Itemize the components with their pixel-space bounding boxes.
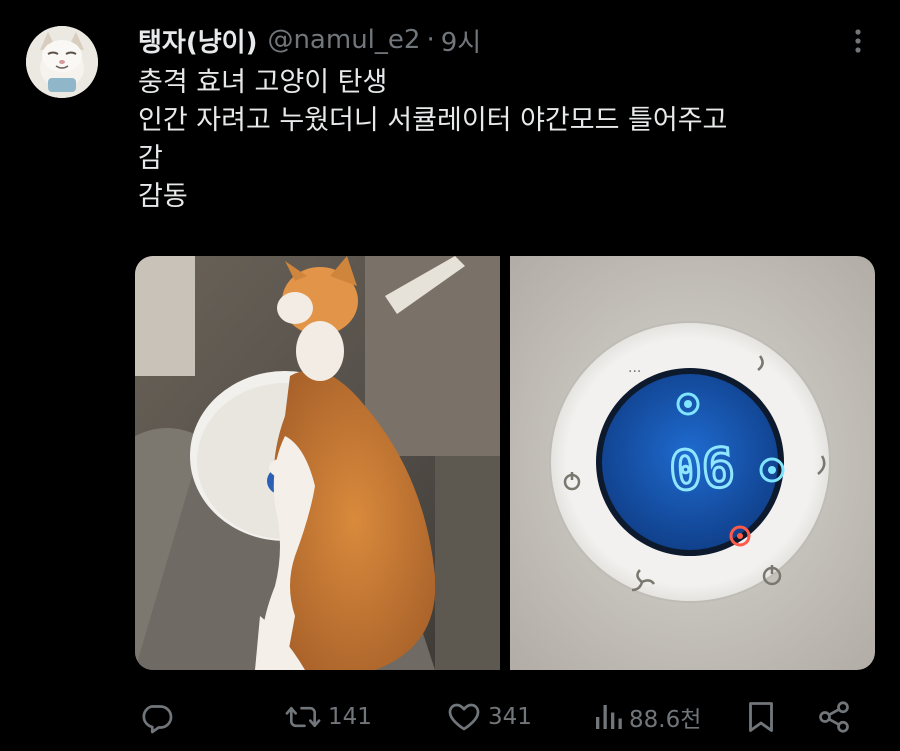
tweet-text-line: 충격 효녀 고양이 탄생 [138,67,388,98]
like-button[interactable]: 341 [446,692,532,742]
action-bar: 141 341 88.6천 [138,692,868,742]
tweet-text: 충격 효녀 고양이 탄생 인간 자려고 누웠더니 서큘레이터 야간모드 틀어주고… [138,64,868,216]
views-button[interactable]: 88.6천 [593,692,701,742]
reply-button[interactable] [138,692,180,742]
cat-avatar-icon [26,26,98,98]
display-name[interactable]: 탱자(냥이) [138,22,257,59]
retweet-button[interactable]: 141 [284,692,372,742]
tweet-text-line: 인간 자려고 누웠더니 서큘레이터 야간모드 틀어주고 [138,105,728,136]
share-button[interactable] [816,692,852,742]
tweet-header: 탱자(냥이) @namul_e2 · 9시 [138,22,481,58]
share-icon [819,701,849,733]
tweet-text-line: 감 [138,143,163,174]
views-count: 88.6천 [629,707,702,733]
heart-icon [448,703,480,731]
avatar[interactable] [26,26,98,98]
svg-text:...: ... [628,360,641,376]
tweet-text-line: 감동 [138,181,188,212]
user-handle[interactable]: @namul_e2 [267,25,420,55]
timestamp[interactable]: 9시 [441,22,481,59]
tweet[interactable]: 탱자(냥이) @namul_e2 · 9시 충격 효녀 고양이 탄생 인간 자려… [0,0,900,751]
display-digits: 06 [667,436,736,503]
photo-cat[interactable] [135,256,500,670]
more-options-button[interactable] [852,28,864,54]
reply-icon [142,705,173,734]
separator-dot: · [426,25,435,55]
tweet-media: 06 ... [135,256,875,670]
views-icon [596,705,622,729]
bookmark-button[interactable] [746,692,776,742]
display-photo-image: 06 ... [510,256,875,670]
cat-photo-image [135,256,500,670]
bookmark-icon [749,702,773,732]
more-vertical-icon [855,29,861,53]
photo-display[interactable]: 06 ... [510,256,875,670]
retweet-count: 141 [328,704,372,730]
like-count: 341 [488,704,532,730]
retweet-icon [285,706,321,728]
